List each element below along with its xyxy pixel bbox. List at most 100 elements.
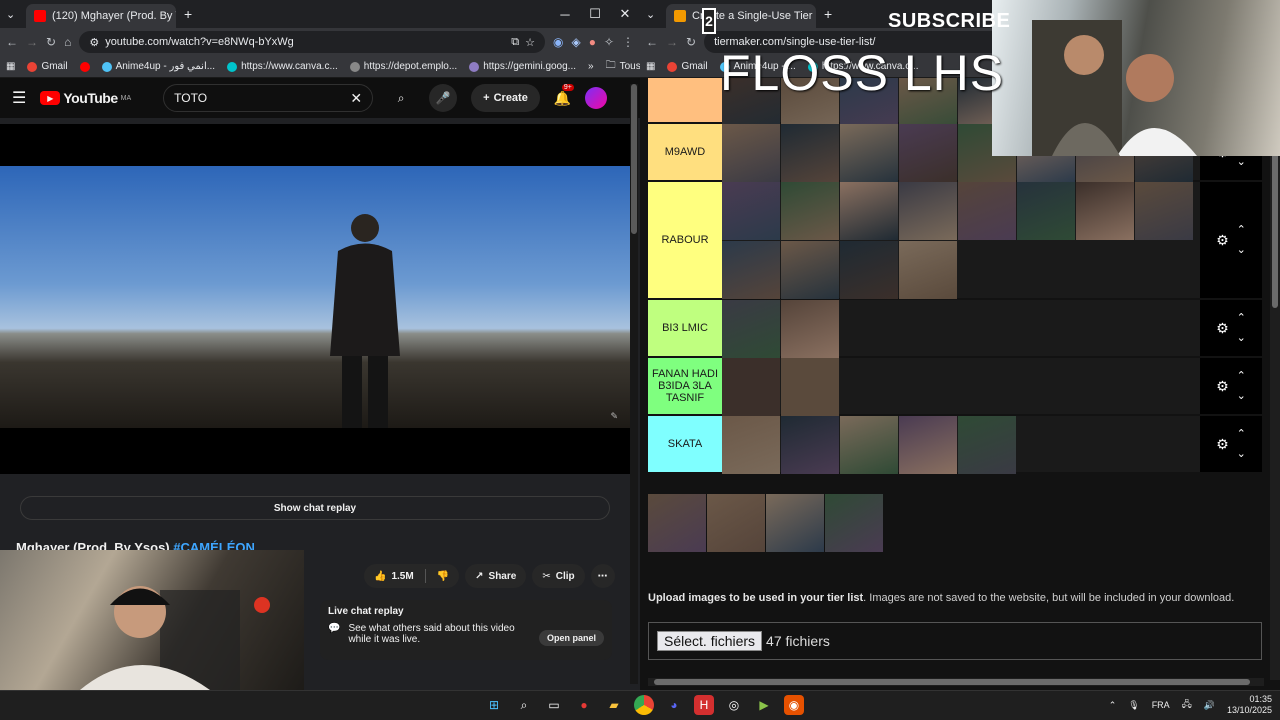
tray-mic-icon[interactable]: 🎙 <box>1128 700 1139 711</box>
artist-image[interactable] <box>781 416 839 474</box>
bookmark-youtube[interactable] <box>79 61 90 72</box>
extension-icon-3[interactable]: ● <box>589 35 596 49</box>
minimize-button[interactable]: ─ <box>550 7 580 22</box>
youtube-logo[interactable]: ▶ YouTube MA <box>40 90 131 106</box>
unranked-artist-image[interactable] <box>825 494 883 552</box>
right-page-scrollbar[interactable] <box>1270 84 1280 680</box>
artist-image[interactable] <box>899 182 957 240</box>
move-down-icon[interactable]: ⌄ <box>1237 444 1246 464</box>
chrome-icon[interactable] <box>634 695 654 715</box>
home-icon[interactable]: ⌂ <box>64 35 71 49</box>
puzzle-icon[interactable]: ✧ <box>604 35 614 49</box>
more-bookmarks-icon[interactable]: » <box>588 61 594 72</box>
share-button[interactable]: ↗ Share <box>465 564 527 588</box>
artist-image[interactable] <box>899 124 957 182</box>
like-button[interactable]: 👍 1.5M 👎 <box>364 564 460 588</box>
artist-image[interactable] <box>781 182 839 240</box>
discord-icon[interactable]: ◕ <box>664 695 684 715</box>
task-view-icon[interactable]: ▭ <box>544 695 564 715</box>
app-icon-red[interactable]: ● <box>574 695 594 715</box>
obs-icon[interactable]: ◉ <box>784 695 804 715</box>
artist-image[interactable] <box>1135 182 1193 240</box>
tier-label[interactable]: BI3 LMIC <box>648 300 722 356</box>
forward-icon[interactable]: → <box>666 35 678 49</box>
tab-search-icon[interactable]: ⌄ <box>646 8 666 21</box>
unranked-artist-image[interactable] <box>766 494 824 552</box>
tier-label[interactable]: RABOUR <box>648 182 722 298</box>
move-up-icon[interactable]: ⌃ <box>1237 220 1246 240</box>
unranked-artist-image[interactable] <box>707 494 765 552</box>
maximize-button[interactable]: ☐ <box>580 6 610 22</box>
more-actions-button[interactable]: ⋯ <box>590 564 615 588</box>
reload-icon[interactable]: ↻ <box>46 35 56 49</box>
move-up-icon[interactable]: ⌃ <box>1237 424 1246 444</box>
scrollbar-thumb[interactable] <box>654 679 1250 685</box>
search-icon[interactable]: ⌕ <box>387 84 415 112</box>
start-windows-icon[interactable]: ⊞ <box>484 695 504 715</box>
artist-image[interactable] <box>781 241 839 299</box>
clip-button[interactable]: ✂ Clip <box>532 564 585 588</box>
artist-image[interactable] <box>781 124 839 182</box>
artist-image[interactable] <box>1076 182 1134 240</box>
new-tab-button[interactable]: + <box>824 6 832 22</box>
tab-youtube[interactable]: (120) Mghayer (Prod. By Ys 🔊 ✕ <box>26 4 176 28</box>
app-icon-camera[interactable]: ◎ <box>724 695 744 715</box>
artist-image[interactable] <box>722 182 780 240</box>
artist-image[interactable] <box>722 300 780 358</box>
artist-image[interactable] <box>899 416 957 474</box>
tier-label[interactable]: SKATA <box>648 416 722 472</box>
tier-label[interactable] <box>648 78 722 122</box>
tray-chevron-icon[interactable]: ⌃ <box>1109 700 1117 711</box>
move-down-icon[interactable]: ⌄ <box>1237 240 1246 260</box>
file-input[interactable]: Sélect. fichiers 47 fichiers <box>648 622 1262 660</box>
tab-tiermaker[interactable]: Create a Single-Use Tier List (P ✕ <box>666 4 816 28</box>
app-icon-green[interactable]: ▶ <box>754 695 774 715</box>
notifications-icon[interactable]: 🔔 9+ <box>554 83 574 107</box>
move-down-icon[interactable]: ⌄ <box>1237 386 1246 406</box>
file-explorer-icon[interactable]: ▰ <box>604 695 624 715</box>
create-button[interactable]: + Create <box>471 84 540 112</box>
settings-gear-icon[interactable]: ⚙ <box>1216 436 1229 453</box>
artist-image[interactable] <box>840 182 898 240</box>
artist-image[interactable] <box>722 416 780 474</box>
address-bar[interactable]: ⚙ youtube.com/watch?v=e8NWq-bYxWg ⧉ ☆ <box>79 31 545 53</box>
artist-image[interactable] <box>840 416 898 474</box>
menu-dots-icon[interactable]: ⋮ <box>622 35 634 49</box>
close-window-button[interactable]: ✕ <box>610 6 640 22</box>
artist-image[interactable] <box>840 241 898 299</box>
move-down-icon[interactable]: ⌄ <box>1237 328 1246 348</box>
bookmark-gmail[interactable]: Gmail <box>27 61 68 72</box>
taskbar-search-icon[interactable]: ⌕ <box>514 695 534 715</box>
hamburger-menu-icon[interactable]: ☰ <box>12 88 26 108</box>
new-tab-button[interactable]: + <box>184 6 192 22</box>
open-panel-button[interactable]: Open panel <box>538 630 604 646</box>
back-icon[interactable]: ← <box>646 35 658 49</box>
reload-icon[interactable]: ↻ <box>686 35 696 49</box>
artist-image[interactable] <box>781 300 839 358</box>
artist-image[interactable] <box>1017 182 1075 240</box>
horizontal-scrollbar[interactable] <box>648 678 1264 686</box>
artist-image[interactable] <box>722 241 780 299</box>
video-frame[interactable]: ✎ <box>0 166 630 428</box>
input-language[interactable]: FRA <box>1152 700 1170 710</box>
move-up-icon[interactable]: ⌃ <box>1237 308 1246 328</box>
bookmark-gmail[interactable]: Gmail <box>667 61 708 72</box>
volume-icon[interactable]: 🔊 <box>1204 700 1215 711</box>
bookmark-depot[interactable]: https://depot.emplo... <box>349 61 457 72</box>
show-chat-replay-button[interactable]: Show chat replay <box>20 496 610 520</box>
artist-image[interactable] <box>781 358 839 416</box>
clear-search-icon[interactable]: ✕ <box>350 90 362 107</box>
tab-search-icon[interactable]: ⌄ <box>6 8 26 21</box>
move-up-icon[interactable]: ⌃ <box>1237 366 1246 386</box>
extension-icon-2[interactable]: ◈ <box>571 35 580 49</box>
artist-image[interactable] <box>722 358 780 416</box>
clock[interactable]: 01:35 13/10/2025 <box>1227 694 1272 716</box>
artist-image[interactable] <box>899 241 957 299</box>
settings-gear-icon[interactable]: ⚙ <box>1216 378 1229 395</box>
site-info-icon[interactable]: ⚙ <box>89 36 99 49</box>
app-icon-h[interactable]: H <box>694 695 714 715</box>
bookmark-anime4up[interactable]: Anime4up - انمي فور... <box>101 61 215 72</box>
thumbs-down-icon[interactable]: 👎 <box>437 571 449 582</box>
apps-grid-icon[interactable]: ▦ <box>6 61 15 72</box>
install-icon[interactable]: ⧉ <box>511 36 519 49</box>
